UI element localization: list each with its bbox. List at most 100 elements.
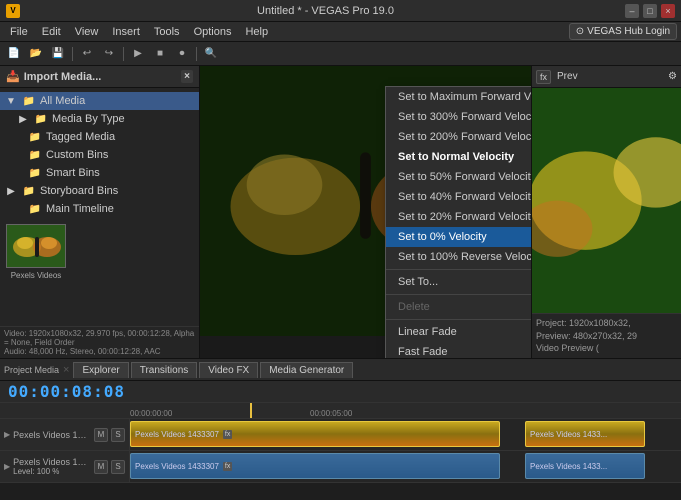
folder-icon-3: 📁 [28,130,42,144]
tree-item-main-timeline[interactable]: 📁 Main Timeline [0,200,199,218]
track-level: Level: 100 % [13,467,91,476]
panel-title: Import Media... [24,71,102,83]
timeline-ruler: 00:00:00:00 00:00:05:00 [0,403,681,419]
panel-header: 📥 Import Media... × [0,66,199,88]
tab-video-fx[interactable]: Video FX [199,362,258,378]
ctx-max-forward[interactable]: Set to Maximum Forward Velocity [386,87,531,107]
video-track-label: Pexels Videos 1433307 [13,430,91,440]
timecode-display: 00:00:08:08 [8,382,125,401]
prev-label: Prev [557,71,578,82]
minimize-button[interactable]: – [625,4,639,18]
panel-close-btn[interactable]: × [181,70,193,83]
tab-media-gen[interactable]: Media Generator [260,362,353,378]
tree-item-all-media[interactable]: ▼ 📁 All Media [0,92,199,110]
tree-item-smart[interactable]: 📁 Smart Bins [0,164,199,182]
toolbar-sep-3 [196,47,197,61]
app-logo: V [6,4,20,18]
center-area: Set to Maximum Forward Velocity Set to 3… [200,66,531,358]
hub-icon: ⊙ [576,26,584,37]
search-button[interactable]: 🔍 [201,45,221,63]
ctx-sep-1 [386,269,531,270]
timeline-header: 00:00:08:08 [0,381,681,403]
tab-explorer[interactable]: Explorer [73,362,128,378]
ctx-sep-2 [386,294,531,295]
undo-button[interactable]: ↩ [77,45,97,63]
mute-button-2[interactable]: M [94,460,108,474]
ctx-20-forward[interactable]: Set to 20% Forward Velocity [386,207,531,227]
bottom-tab-bar: Project Media × Explorer Transitions Vid… [0,358,681,380]
menu-tools[interactable]: Tools [148,24,186,40]
fx-btn[interactable]: fx [536,70,551,84]
ctx-delete: Delete [386,297,531,317]
ctx-200-forward[interactable]: Set to 200% Forward Velocity [386,127,531,147]
folder-icon-7: 📁 [28,202,42,216]
media-item[interactable]: Pexels Videos [4,222,68,281]
video-track-row: ▶ Pexels Videos 1433307 M S Pexels Video… [0,419,681,451]
redo-button[interactable]: ↪ [99,45,119,63]
folder-icon-4: 📁 [28,148,42,162]
playhead[interactable] [250,403,252,418]
record-button[interactable]: ⏺ [172,45,192,63]
tree-item-tagged[interactable]: 📁 Tagged Media [0,128,199,146]
menu-view[interactable]: View [69,24,105,40]
right-panel-header: fx Prev ⚙ [532,66,681,88]
menu-help[interactable]: Help [239,24,274,40]
menu-insert[interactable]: Insert [106,24,146,40]
timeline-tracks: ▶ Pexels Videos 1433307 M S Pexels Video… [0,419,681,500]
expand-icon-2: ▶ [16,112,30,126]
preview-settings-btn[interactable]: ⚙ [668,71,677,82]
context-menu: Set to Maximum Forward Velocity Set to 3… [385,86,531,358]
track-expand-icon-2: ▶ [4,462,10,471]
media-tree: ▼ 📁 All Media ▶ 📁 Media By Type 📁 Tagged… [0,88,199,326]
tab-transitions[interactable]: Transitions [131,362,198,378]
menu-file[interactable]: File [4,24,34,40]
close-button[interactable]: × [661,4,675,18]
ctx-set-to[interactable]: Set To... [386,272,531,292]
hub-login-button[interactable]: ⊙ VEGAS Hub Login [569,23,677,40]
open-button[interactable]: 📂 [26,45,46,63]
media-label: Pexels Videos [4,270,68,281]
ctx-100-reverse[interactable]: Set to 100% Reverse Velocity [386,247,531,267]
ctx-linear-fade[interactable]: Linear Fade [386,322,531,342]
tree-item-media-type[interactable]: ▶ 📁 Media By Type [0,110,199,128]
new-button[interactable]: 📄 [4,45,24,63]
video-clip[interactable]: Pexels Videos 1433307 fx [130,421,500,447]
ctx-300-forward[interactable]: Set to 300% Forward Velocity [386,107,531,127]
play-button[interactable]: ▶ [128,45,148,63]
track-expand-icon: ▶ [4,430,10,439]
audio-track-content: Pexels Videos 1433307 fx Pexels Videos 1… [130,451,681,482]
tree-item-storyboard[interactable]: ▶ 📁 Storyboard Bins [0,182,199,200]
window-title: Untitled * - VEGAS Pro 19.0 [26,5,625,17]
ctx-fast-fade[interactable]: Fast Fade [386,342,531,358]
panel-header-controls: × [181,70,193,83]
toolbar-sep-1 [72,47,73,61]
left-panel: 📥 Import Media... × ▼ 📁 All Media ▶ 📁 Me… [0,66,200,358]
expand-icon: ▼ [4,94,18,108]
ctx-sep-3 [386,319,531,320]
right-preview [532,88,681,313]
stop-button[interactable]: ■ [150,45,170,63]
ctx-40-forward[interactable]: Set to 40% Forward Velocity [386,187,531,207]
ruler-mark-0: 00:00:00:00 [130,409,172,418]
save-button[interactable]: 💾 [48,45,68,63]
ctx-normal-velocity[interactable]: Set to Normal Velocity [386,147,531,167]
menu-options[interactable]: Options [188,24,238,40]
tree-item-custom[interactable]: 📁 Custom Bins [0,146,199,164]
menu-bar: File Edit View Insert Tools Options Help… [0,22,681,42]
project-info-3: Video Preview ( [536,342,677,355]
solo-button-2[interactable]: S [111,460,125,474]
maximize-button[interactable]: □ [643,4,657,18]
mute-button[interactable]: M [94,428,108,442]
video-clip-2[interactable]: Pexels Videos 1433... [525,421,645,447]
window-controls: – □ × [625,4,675,18]
menu-edit[interactable]: Edit [36,24,67,40]
audio-clip-2[interactable]: Pexels Videos 1433... [525,453,645,479]
solo-button[interactable]: S [111,428,125,442]
folder-icon-2: 📁 [34,112,48,126]
audio-track-label: Pexels Videos 1433307 [13,457,91,467]
audio-track-row: ▶ Pexels Videos 1433307 Level: 100 % M S… [0,451,681,483]
audio-clip[interactable]: Pexels Videos 1433307 fx [130,453,500,479]
toolbar-sep-2 [123,47,124,61]
ctx-50-forward[interactable]: Set to 50% Forward Velocity [386,167,531,187]
ctx-0-velocity[interactable]: Set to 0% Velocity [386,227,531,247]
